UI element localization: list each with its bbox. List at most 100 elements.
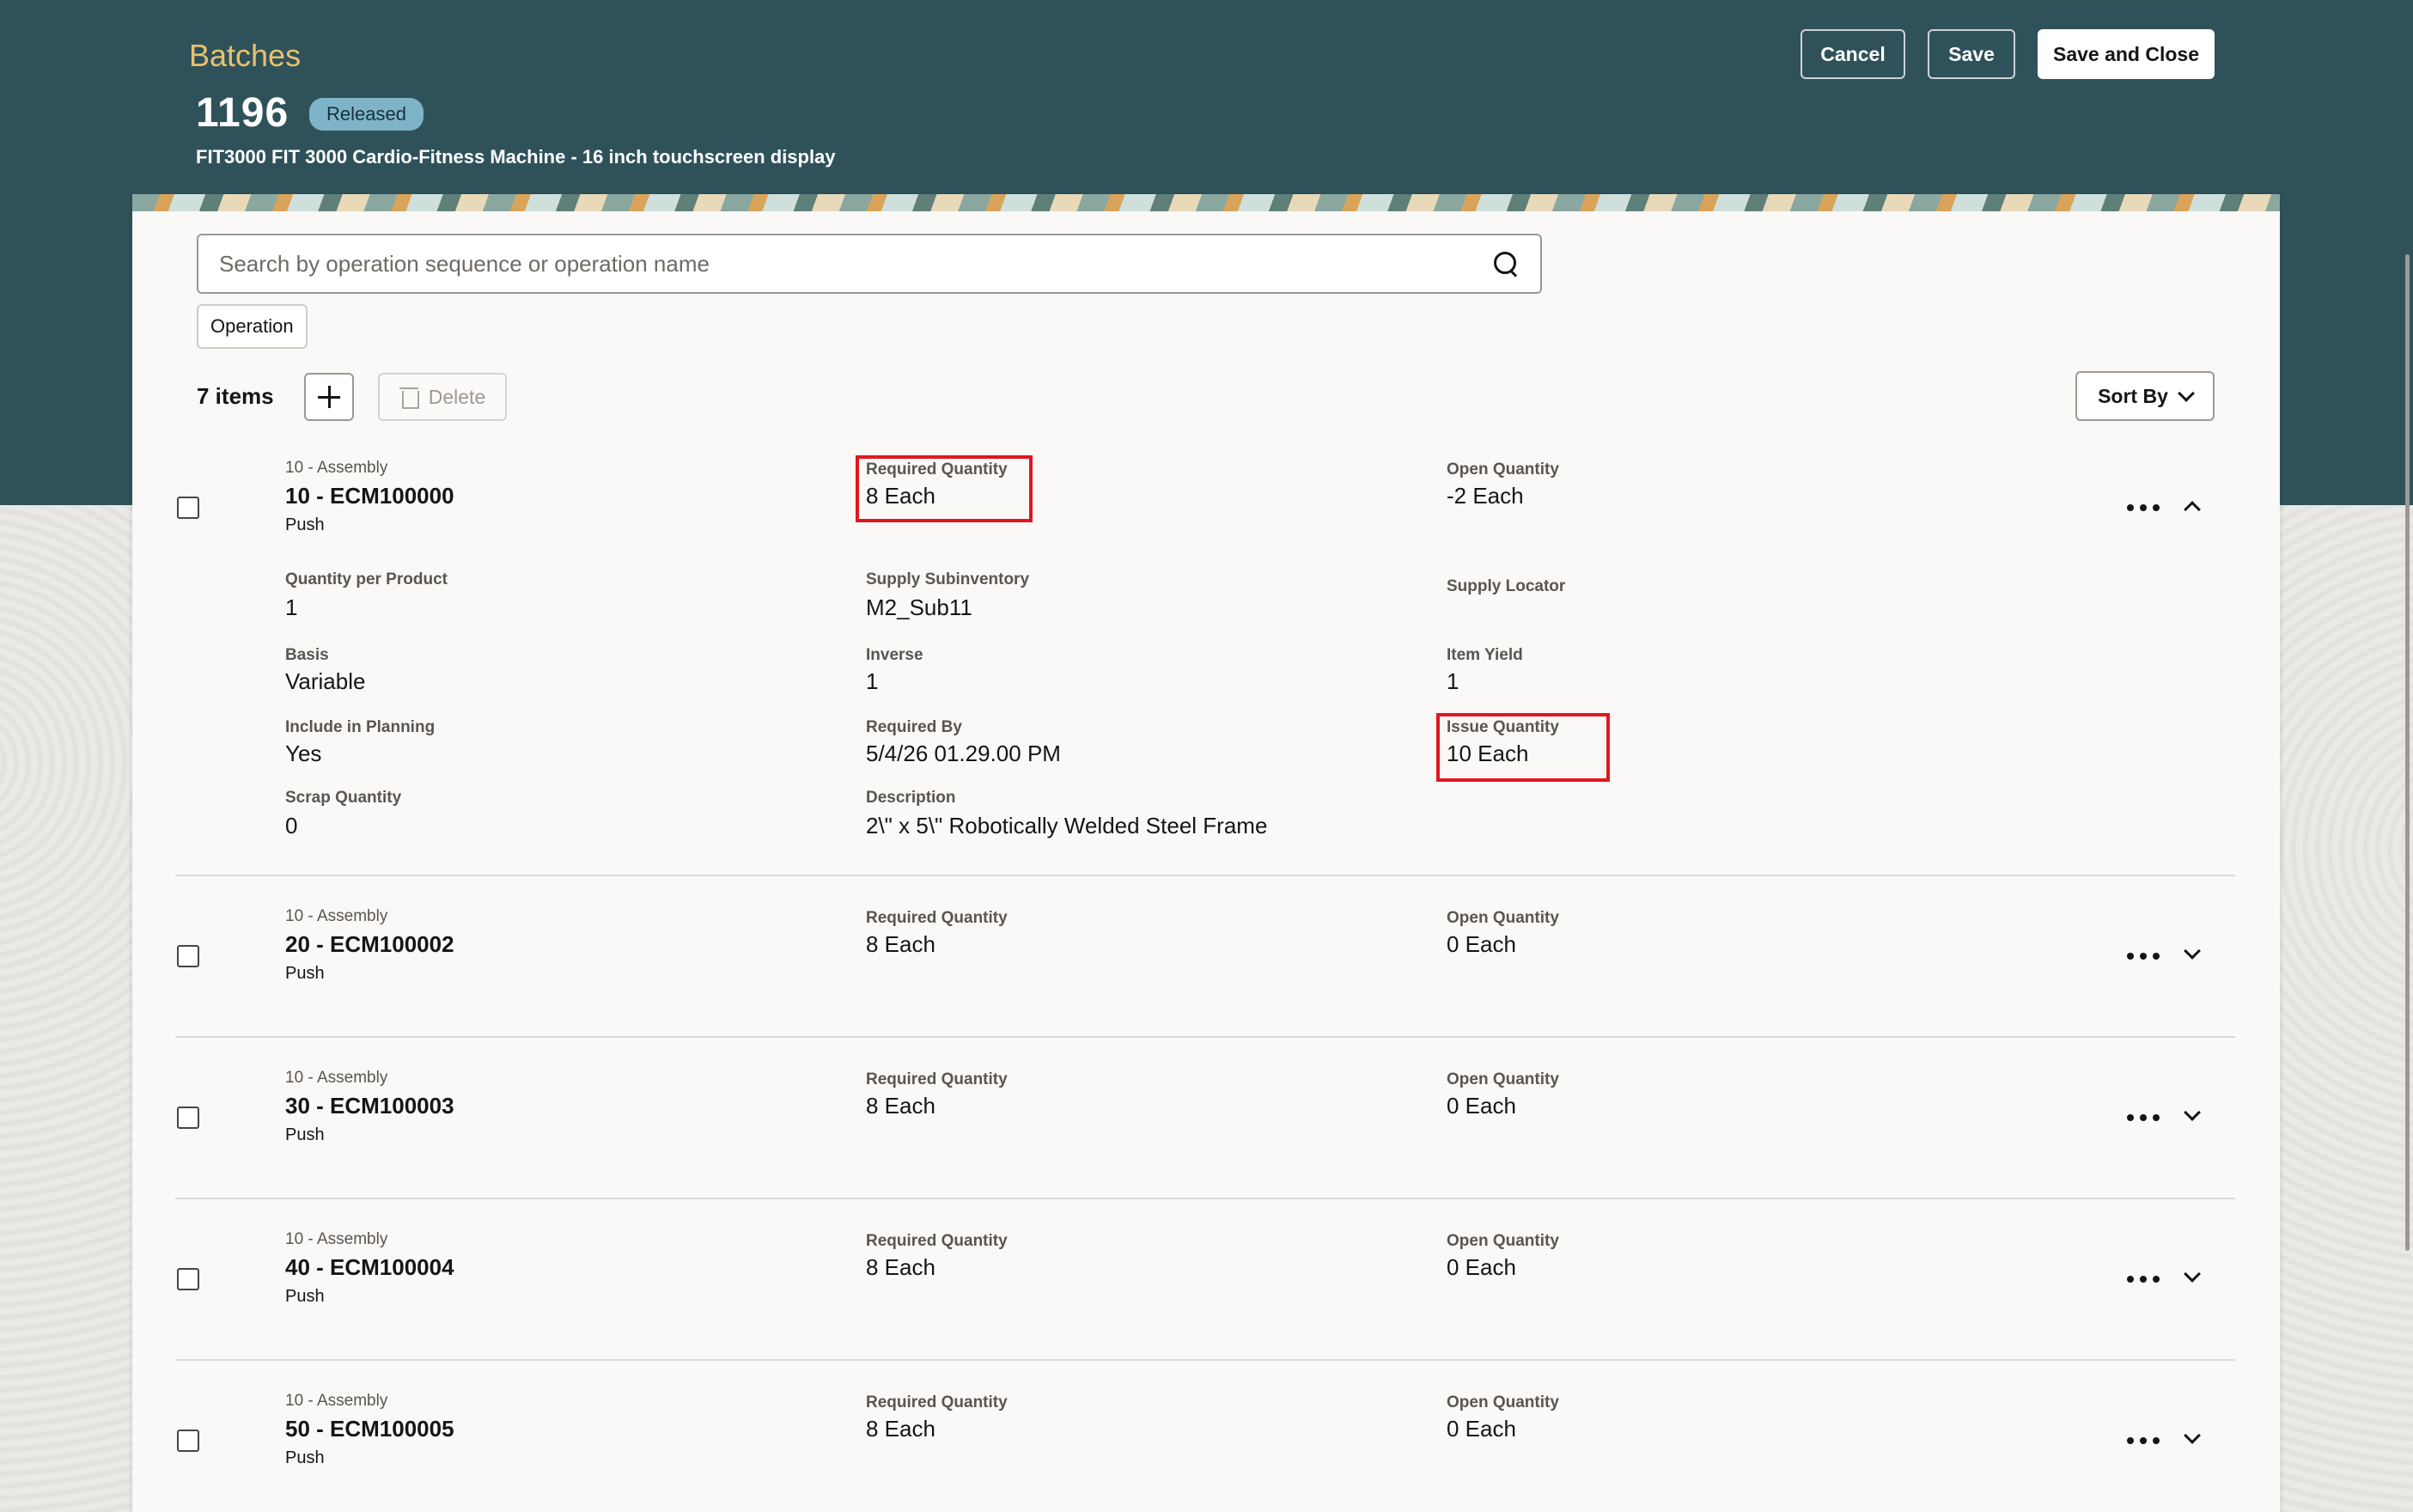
inverse-value: 1	[866, 668, 879, 694]
open-quantity-label: Open Quantity	[1447, 1232, 1559, 1250]
supply-type: Push	[285, 964, 325, 983]
delete-button[interactable]: Delete	[378, 373, 507, 421]
expand-row-toggle[interactable]	[2184, 942, 2201, 962]
open-quantity-value: -2 Each	[1447, 483, 1524, 509]
open-quantity-value: 0 Each	[1447, 931, 1516, 957]
search-placeholder: Search by operation sequence or operatio…	[219, 250, 710, 277]
scrap-quantity-label: Scrap Quantity	[285, 789, 402, 807]
operation-label: 10 - Assembly	[285, 1392, 388, 1410]
row-checkbox[interactable]	[177, 1268, 199, 1290]
description-value: 2\" x 5\" Robotically Welded Steel Frame	[866, 813, 1268, 838]
expand-row-toggle[interactable]	[2184, 1427, 2201, 1447]
items-count: 7 items	[197, 383, 274, 409]
operation-label: 10 - Assembly	[285, 1230, 388, 1248]
more-actions-icon[interactable]	[2127, 952, 2160, 960]
chevron-down-icon	[2184, 1427, 2201, 1444]
description-label: Description	[866, 789, 956, 807]
save-button[interactable]: Save	[1928, 29, 2015, 79]
quantity-per-product-label: Quantity per Product	[285, 570, 448, 588]
component-title[interactable]: 20 - ECM100002	[285, 931, 454, 958]
background-pattern-right	[2276, 505, 2413, 1512]
row-divider	[175, 1036, 2235, 1038]
required-quantity-value: 8 Each	[866, 1416, 935, 1442]
chevron-down-icon	[2184, 1104, 2201, 1121]
page-subtitle: FIT3000 FIT 3000 Cardio-Fitness Machine …	[196, 146, 836, 168]
row-checkbox[interactable]	[177, 1430, 199, 1452]
open-quantity-value: 0 Each	[1447, 1416, 1516, 1442]
basis-value: Variable	[285, 668, 366, 694]
component-title[interactable]: 40 - ECM100004	[285, 1254, 454, 1281]
required-quantity-label: Required Quantity	[866, 909, 1008, 927]
operation-label: 10 - Assembly	[285, 459, 388, 477]
open-quantity-label: Open Quantity	[1447, 460, 1559, 479]
row-checkbox[interactable]	[177, 497, 199, 519]
chevron-down-icon	[2184, 942, 2201, 960]
supply-subinventory-value: M2_Sub11	[866, 594, 972, 620]
search-input[interactable]: Search by operation sequence or operatio…	[197, 234, 1542, 294]
row-divider	[175, 1359, 2235, 1361]
add-button[interactable]	[304, 373, 354, 421]
more-actions-icon[interactable]	[2127, 1436, 2160, 1445]
quantity-per-product-value: 1	[285, 594, 298, 620]
sort-by-button[interactable]: Sort By	[2075, 371, 2215, 421]
required-quantity-label: Required Quantity	[866, 1232, 1008, 1250]
required-quantity-label: Required Quantity	[866, 1393, 1008, 1411]
row-divider	[175, 875, 2235, 876]
item-yield-value: 1	[1447, 668, 1459, 694]
expand-row-toggle[interactable]	[2184, 1104, 2201, 1124]
supply-type: Push	[285, 1448, 325, 1467]
scrap-quantity-value: 0	[285, 813, 298, 838]
more-actions-icon[interactable]	[2127, 503, 2160, 512]
inverse-label: Inverse	[866, 646, 923, 664]
collapse-row-toggle[interactable]	[2184, 498, 2201, 518]
page-scrollbar[interactable]	[2405, 254, 2410, 1251]
row-checkbox[interactable]	[177, 945, 199, 967]
trash-icon	[399, 386, 419, 409]
status-badge: Released	[309, 98, 423, 131]
highlight-box-required-quantity	[856, 455, 1033, 522]
panel-banner	[132, 194, 2280, 211]
open-quantity-value: 0 Each	[1447, 1093, 1516, 1119]
required-quantity-value: 8 Each	[866, 931, 935, 957]
chevron-down-icon	[2184, 1265, 2201, 1283]
delete-label: Delete	[428, 385, 486, 408]
operations-panel: Search by operation sequence or operatio…	[132, 194, 2280, 1512]
supply-locator-label: Supply Locator	[1447, 577, 1566, 595]
background-pattern-left	[0, 505, 137, 1512]
open-quantity-value: 0 Each	[1447, 1254, 1516, 1280]
row-checkbox[interactable]	[177, 1107, 199, 1129]
row-divider	[175, 1198, 2235, 1199]
chevron-up-icon	[2184, 501, 2201, 518]
cancel-button[interactable]: Cancel	[1801, 29, 1905, 79]
supply-type: Push	[285, 1125, 325, 1144]
open-quantity-label: Open Quantity	[1447, 1393, 1559, 1411]
component-title[interactable]: 30 - ECM100003	[285, 1093, 454, 1119]
required-by-value: 5/4/26 01.29.00 PM	[866, 741, 1061, 766]
item-yield-label: Item Yield	[1447, 646, 1523, 664]
supply-type: Push	[285, 1287, 325, 1306]
save-and-close-button[interactable]: Save and Close	[2038, 29, 2215, 79]
expand-row-toggle[interactable]	[2184, 1265, 2201, 1285]
filter-chip-operation[interactable]: Operation	[197, 304, 308, 349]
operation-label: 10 - Assembly	[285, 1069, 388, 1087]
plus-icon	[318, 386, 340, 408]
open-quantity-label: Open Quantity	[1447, 909, 1559, 927]
include-in-planning-value: Yes	[285, 741, 322, 766]
search-icon[interactable]	[1492, 250, 1520, 277]
highlight-box-issue-quantity	[1436, 713, 1610, 782]
sort-by-label: Sort By	[2098, 384, 2168, 407]
basis-label: Basis	[285, 646, 329, 664]
required-quantity-label: Required Quantity	[866, 1070, 1008, 1088]
supply-subinventory-label: Supply Subinventory	[866, 570, 1030, 588]
breadcrumb[interactable]: Batches	[189, 38, 301, 74]
component-title[interactable]: 10 - ECM100000	[285, 483, 454, 509]
open-quantity-label: Open Quantity	[1447, 1070, 1559, 1088]
required-quantity-value: 8 Each	[866, 1254, 935, 1280]
required-quantity-value: 8 Each	[866, 1093, 935, 1119]
chevron-down-icon	[2177, 385, 2195, 402]
component-title[interactable]: 50 - ECM100005	[285, 1416, 454, 1442]
page-title: 1196	[196, 90, 289, 136]
more-actions-icon[interactable]	[2127, 1275, 2160, 1283]
include-in-planning-label: Include in Planning	[285, 718, 436, 736]
more-actions-icon[interactable]	[2127, 1113, 2160, 1122]
